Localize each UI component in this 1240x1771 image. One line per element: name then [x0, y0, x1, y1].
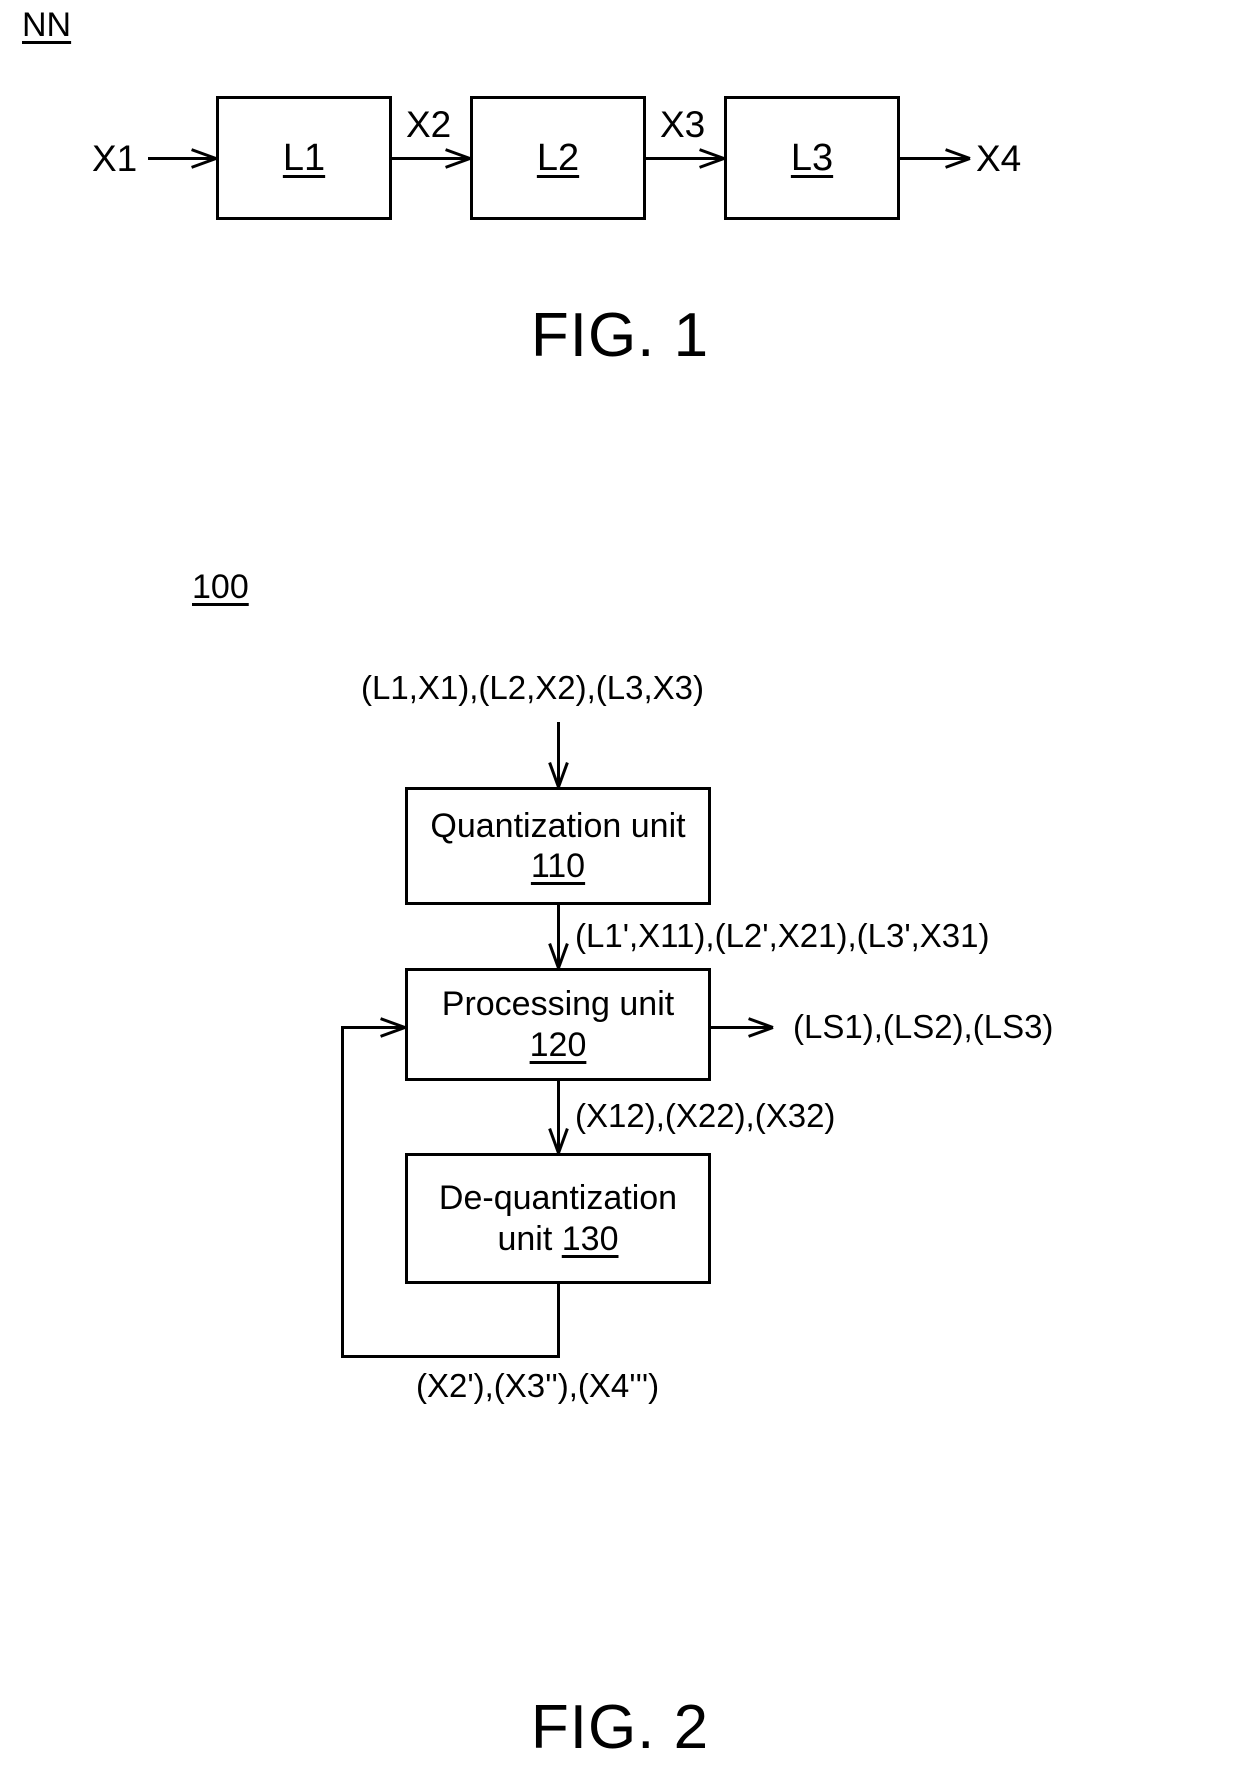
block-dequantization-unit: De-quantization unit 130 — [405, 1153, 711, 1284]
block-title-dequantization-unit-word-unit: unit — [497, 1219, 553, 1258]
connector-feedback-left — [341, 1026, 344, 1357]
figure-2-reference-label: 100 — [192, 568, 249, 606]
flow-label-side-output: (LS1),(LS2),(LS3) — [793, 1008, 1054, 1045]
flow-label-feedback: (X2'),(X3''),(X4''') — [416, 1367, 660, 1404]
block-title-processing-unit: Processing unit — [441, 985, 675, 1024]
connector-feedback-down — [557, 1284, 560, 1355]
block-title-quantization-unit: Quantization unit — [430, 806, 686, 845]
block-number-130: 130 — [561, 1219, 619, 1258]
figure-2: 100 (L1,X1),(L2,X2),(L3,X3) Quantization… — [0, 0, 1240, 1771]
block-quantization-unit: Quantization unit 110 — [405, 787, 711, 905]
block-title-dequantization-unit: De-quantization — [438, 1179, 678, 1218]
patent-figure-page: NN X1 L1 X2 L2 X3 L3 X4 FIG. 1 100 (L1,X… — [0, 0, 1240, 1771]
block-number-120: 120 — [529, 1025, 587, 1064]
flow-label-processed: (X12),(X22),(X32) — [575, 1097, 836, 1134]
flow-label-quantized: (L1',X11),(L2',X21),(L3',X31) — [575, 917, 990, 954]
figure-2-caption: FIG. 2 — [530, 1693, 710, 1762]
connector-feedback-bottom — [341, 1355, 560, 1358]
block-processing-unit: Processing unit 120 — [405, 968, 711, 1081]
flow-label-input: (L1,X1),(L2,X2),(L3,X3) — [361, 669, 704, 706]
block-title-dequantization-unit-line2: unit 130 — [497, 1219, 618, 1259]
block-number-110: 110 — [530, 847, 586, 885]
